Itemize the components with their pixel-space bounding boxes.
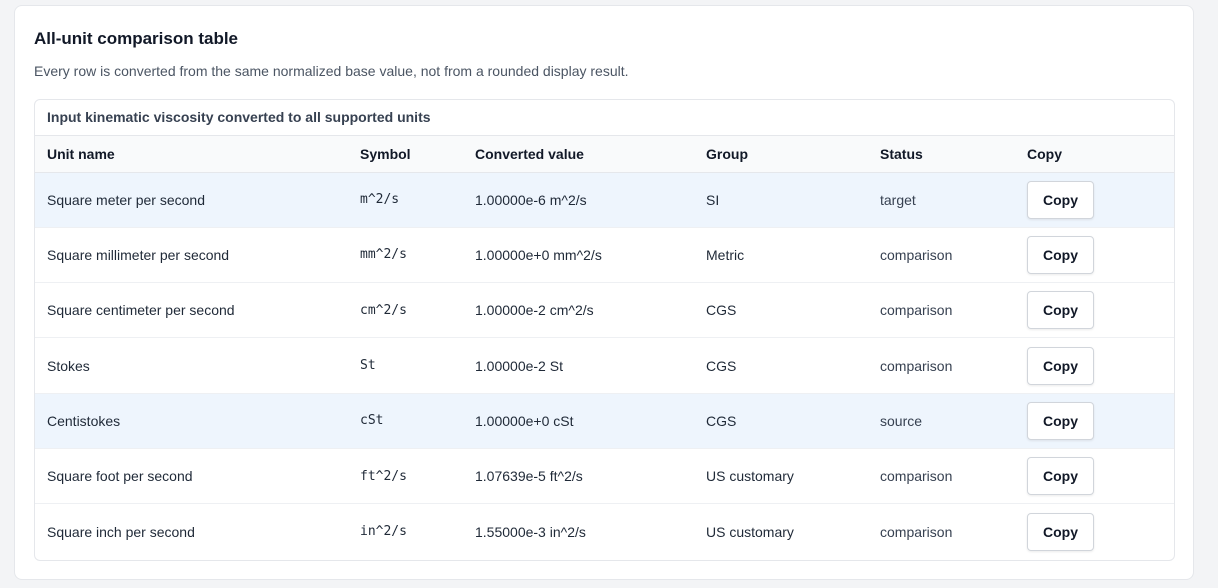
- table-row: Stokes St 1.00000e-2 St CGS comparison C…: [35, 338, 1174, 394]
- table-header-row: Unit name Symbol Converted value Group S…: [35, 136, 1174, 173]
- cell-status: comparison: [880, 246, 953, 263]
- cell-group: US customary: [706, 523, 794, 540]
- copy-button[interactable]: Copy: [1027, 457, 1094, 496]
- cell-converted-value: 1.00000e+0 mm^2/s: [475, 246, 602, 263]
- header-symbol: Symbol: [360, 136, 475, 173]
- cell-unit-name: Centistokes: [47, 412, 121, 429]
- table-row: Square meter per second m^2/s 1.00000e-6…: [35, 172, 1174, 228]
- copy-button[interactable]: Copy: [1027, 346, 1094, 385]
- cell-copy: Copy: [1027, 227, 1174, 282]
- header-group: Group: [706, 136, 880, 173]
- cell-converted-value: 1.55000e-3 in^2/s: [475, 523, 586, 540]
- cell-unit-name: Stokes: [47, 357, 90, 374]
- cell-group: CGS: [706, 412, 737, 429]
- cell-symbol: ft^2/s: [360, 468, 407, 484]
- copy-button[interactable]: Copy: [1027, 512, 1094, 551]
- cell-symbol: cm^2/s: [360, 302, 407, 318]
- cell-status: comparison: [880, 468, 953, 485]
- comparison-table: Unit name Symbol Converted value Group S…: [35, 136, 1174, 559]
- cell-status: comparison: [880, 302, 953, 319]
- cell-converted-value: 1.00000e-2 St: [475, 357, 563, 374]
- cell-group: CGS: [706, 302, 737, 319]
- cell-symbol: cSt: [360, 413, 384, 429]
- cell-symbol: St: [360, 358, 376, 374]
- table-row: Square millimeter per second mm^2/s 1.00…: [35, 227, 1174, 283]
- header-status: Status: [880, 136, 1027, 173]
- comparison-table-container: Input kinematic viscosity converted to a…: [34, 99, 1175, 561]
- cell-unit-name: Square foot per second: [47, 468, 193, 485]
- section-description: Every row is converted from the same nor…: [34, 63, 629, 79]
- comparison-card: All-unit comparison table Every row is c…: [14, 5, 1194, 580]
- cell-copy: Copy: [1027, 283, 1174, 338]
- table-caption: Input kinematic viscosity converted to a…: [35, 100, 1174, 136]
- cell-status: comparison: [880, 523, 953, 540]
- cell-copy: Copy: [1027, 172, 1174, 227]
- cell-group: US customary: [706, 468, 794, 485]
- header-copy: Copy: [1027, 136, 1174, 173]
- table-row: Centistokes cSt 1.00000e+0 cSt CGS sourc…: [35, 393, 1174, 449]
- cell-status: comparison: [880, 357, 953, 374]
- table-row: Square inch per second in^2/s 1.55000e-3…: [35, 504, 1174, 559]
- cell-status: target: [880, 191, 916, 208]
- cell-converted-value: 1.00000e-2 cm^2/s: [475, 302, 594, 319]
- cell-group: SI: [706, 191, 720, 208]
- copy-button[interactable]: Copy: [1027, 235, 1094, 274]
- cell-copy: Copy: [1027, 504, 1174, 559]
- cell-converted-value: 1.00000e-6 m^2/s: [475, 191, 587, 208]
- cell-symbol: mm^2/s: [360, 247, 407, 263]
- cell-unit-name: Square millimeter per second: [47, 246, 230, 263]
- section-title: All-unit comparison table: [34, 29, 239, 48]
- cell-status: source: [880, 412, 923, 429]
- cell-symbol: m^2/s: [360, 192, 400, 208]
- cell-converted-value: 1.07639e-5 ft^2/s: [475, 468, 583, 485]
- cell-unit-name: Square centimeter per second: [47, 302, 235, 319]
- cell-copy: Copy: [1027, 448, 1174, 503]
- table-row: Square foot per second ft^2/s 1.07639e-5…: [35, 448, 1174, 504]
- copy-button[interactable]: Copy: [1027, 180, 1094, 219]
- cell-copy: Copy: [1027, 338, 1174, 393]
- cell-copy: Copy: [1027, 393, 1174, 448]
- table-row: Square centimeter per second cm^2/s 1.00…: [35, 283, 1174, 338]
- cell-unit-name: Square inch per second: [47, 523, 195, 540]
- header-unit-name: Unit name: [35, 136, 360, 173]
- cell-unit-name: Square meter per second: [47, 191, 205, 208]
- cell-converted-value: 1.00000e+0 cSt: [475, 412, 574, 429]
- cell-group: CGS: [706, 357, 737, 374]
- copy-button[interactable]: Copy: [1027, 291, 1094, 330]
- cell-symbol: in^2/s: [360, 524, 407, 540]
- cell-group: Metric: [706, 246, 745, 263]
- header-converted-value: Converted value: [475, 136, 706, 173]
- copy-button[interactable]: Copy: [1027, 401, 1094, 440]
